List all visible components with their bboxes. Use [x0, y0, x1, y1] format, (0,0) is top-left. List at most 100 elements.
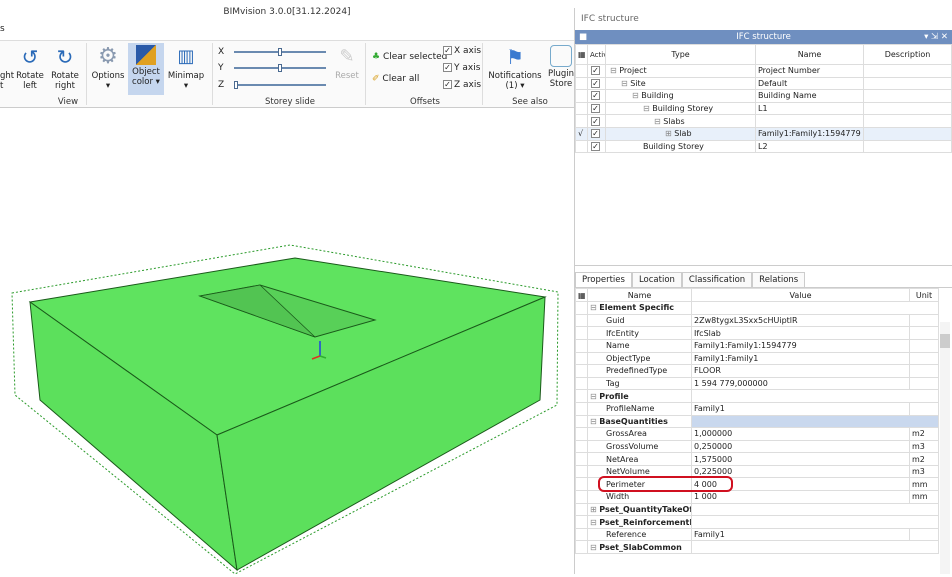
- group-name[interactable]: ⊟ Profile: [587, 389, 692, 403]
- ribbon-tab-partial[interactable]: s: [0, 24, 574, 40]
- collapse-icon[interactable]: ⊟: [590, 392, 599, 401]
- collapse-icon[interactable]: ⊟: [590, 417, 599, 426]
- tree-row[interactable]: ✓ ⊟ Building Building Name: [575, 89, 952, 103]
- active-checkbox[interactable]: ✓: [587, 64, 606, 78]
- slab-model[interactable]: [0, 109, 574, 575]
- column-chooser-icon[interactable]: ▦: [575, 288, 588, 303]
- tree-node[interactable]: ⊟ Building: [605, 89, 756, 103]
- y-slider[interactable]: [234, 64, 326, 72]
- tree-row[interactable]: √ ✓ ⊞ Slab Family1:Family1:1594779: [575, 126, 952, 141]
- collapse-icon[interactable]: ⊟: [590, 518, 599, 527]
- 3d-viewport[interactable]: [0, 109, 574, 575]
- tree-row[interactable]: ✓ Building Storey L2: [575, 139, 952, 154]
- tree-row[interactable]: ✓ ⊟ Building Storey L1: [575, 101, 952, 116]
- object-color-button[interactable]: Object color ▾: [128, 43, 164, 95]
- slider-thumb[interactable]: [278, 64, 282, 72]
- property-row[interactable]: GrossVolume 0,250000 m3: [575, 439, 939, 454]
- property-row[interactable]: Name Family1:Family1:1594779: [575, 338, 939, 353]
- options-button[interactable]: ⚙ Options ▾: [90, 45, 126, 92]
- group-name[interactable]: ⊟ Pset_ReinforcementBarPitchOfSlab: [587, 515, 692, 529]
- notifications-button[interactable]: ⚑ Notifications (1) ▾: [486, 45, 544, 91]
- tree-node[interactable]: ⊞ Slab: [605, 126, 756, 141]
- clear-selected-button[interactable]: ♣ Clear selected: [372, 52, 447, 62]
- property-group[interactable]: ⊟ Element Specific: [575, 301, 939, 315]
- property-row[interactable]: Width 1 000 mm: [575, 490, 939, 504]
- active-checkbox[interactable]: ✓: [587, 139, 606, 154]
- column-chooser-icon[interactable]: ▦: [575, 44, 588, 65]
- tab-properties[interactable]: Properties: [575, 272, 632, 288]
- column-header-type[interactable]: Type: [605, 44, 756, 65]
- column-header-name[interactable]: Name: [755, 44, 864, 65]
- property-row[interactable]: ObjectType Family1:Family1: [575, 351, 939, 366]
- group-label: Element Specific: [599, 303, 675, 313]
- expand-icon[interactable]: ⊟: [610, 66, 619, 75]
- expand-icon[interactable]: ⊞: [665, 129, 674, 138]
- property-row[interactable]: Guid 2Zw8tygxL3Sxx5cHUiptlR: [575, 313, 939, 328]
- column-header-active[interactable]: Active: [587, 44, 606, 65]
- tree-row[interactable]: ✓ ⊟ Site Default: [575, 76, 952, 91]
- x-axis-checkbox[interactable]: ✓ X axis: [443, 46, 481, 56]
- property-unit: [909, 376, 939, 391]
- tree-node[interactable]: ⊟ Building Storey: [605, 101, 756, 116]
- z-slider[interactable]: [234, 81, 326, 89]
- group-name[interactable]: ⊞ Pset_QuantityTakeOff: [587, 502, 692, 517]
- x-slider[interactable]: [234, 48, 326, 56]
- column-header-value[interactable]: Value: [691, 288, 910, 303]
- group-name[interactable]: ⊟ Element Specific: [587, 301, 692, 315]
- active-checkbox[interactable]: ✓: [587, 114, 606, 128]
- z-axis-checkbox[interactable]: ✓ Z axis: [443, 80, 481, 90]
- menu-icon[interactable]: ■: [579, 30, 587, 44]
- rotate-right-partial-button[interactable]: ght t: [0, 45, 14, 91]
- property-row[interactable]: PredefinedType FLOOR: [575, 364, 939, 378]
- property-name: Guid: [587, 313, 692, 328]
- expand-icon[interactable]: ⊞: [590, 505, 599, 514]
- property-row[interactable]: Reference Family1: [575, 527, 939, 542]
- property-row[interactable]: NetArea 1,575000 m2: [575, 452, 939, 466]
- tree-node[interactable]: Building Storey: [605, 139, 756, 154]
- reset-button[interactable]: ✎ Reset: [334, 45, 360, 81]
- property-row[interactable]: GrossArea 1,000000 m2: [575, 427, 939, 441]
- collapse-icon[interactable]: ⊟: [590, 543, 599, 552]
- property-row[interactable]: ProfileName Family1: [575, 401, 939, 416]
- column-header-unit[interactable]: Unit: [909, 288, 939, 303]
- active-checkbox[interactable]: ✓: [587, 101, 606, 116]
- property-group[interactable]: ⊟ BaseQuantities: [575, 414, 939, 429]
- column-header-description[interactable]: Description: [863, 44, 952, 65]
- active-checkbox[interactable]: ✓: [587, 89, 606, 103]
- tree-row[interactable]: ✓ ⊟ Project Project Number: [575, 64, 952, 78]
- rotate-left-button[interactable]: ↺ Rotate left: [14, 45, 46, 91]
- tab-classification[interactable]: Classification: [681, 272, 753, 288]
- clear-all-button[interactable]: ✐ Clear all: [372, 74, 419, 84]
- expand-icon[interactable]: ⊟: [654, 117, 663, 126]
- slider-thumb[interactable]: [278, 48, 282, 56]
- active-checkbox[interactable]: ✓: [587, 126, 606, 141]
- active-checkbox[interactable]: ✓: [587, 76, 606, 91]
- expand-icon[interactable]: ⊟: [643, 104, 652, 113]
- expand-icon[interactable]: ⊟: [621, 79, 630, 88]
- tree-node[interactable]: ⊟ Site: [605, 76, 756, 91]
- y-axis-checkbox[interactable]: ✓ Y axis: [443, 63, 480, 73]
- property-group[interactable]: ⊟ Profile: [575, 389, 939, 403]
- group-name[interactable]: ⊟ BaseQuantities: [587, 414, 692, 429]
- rotate-right-button[interactable]: ↻ Rotate right: [48, 45, 82, 91]
- property-row[interactable]: IfcEntity IfcSlab: [575, 326, 939, 340]
- tab-relations[interactable]: Relations: [752, 272, 806, 288]
- properties-scrollbar[interactable]: [940, 322, 950, 574]
- column-header-name[interactable]: Name: [587, 288, 692, 303]
- window-controls[interactable]: ▾ ⇲ ✕: [924, 30, 948, 44]
- plugin-store-button[interactable]: Plugin Store: [546, 45, 576, 89]
- tree-node[interactable]: ⊟ Slabs: [605, 114, 756, 128]
- minimap-button[interactable]: ▥ Minimap ▾: [166, 45, 206, 91]
- property-group[interactable]: ⊟ Pset_SlabCommon: [575, 540, 939, 555]
- property-group[interactable]: ⊞ Pset_QuantityTakeOff: [575, 502, 939, 517]
- property-row[interactable]: Tag 1 594 779,000000: [575, 376, 939, 391]
- tab-location[interactable]: Location: [631, 272, 682, 288]
- tree-row[interactable]: ✓ ⊟ Slabs: [575, 114, 952, 128]
- row-indicator: [575, 502, 588, 517]
- collapse-icon[interactable]: ⊟: [590, 303, 599, 312]
- group-name[interactable]: ⊟ Pset_SlabCommon: [587, 540, 692, 555]
- expand-icon[interactable]: ⊟: [632, 91, 641, 100]
- slider-thumb[interactable]: [234, 81, 238, 89]
- property-group[interactable]: ⊟ Pset_ReinforcementBarPitchOfSlab: [575, 515, 939, 529]
- tree-node[interactable]: ⊟ Project: [605, 64, 756, 78]
